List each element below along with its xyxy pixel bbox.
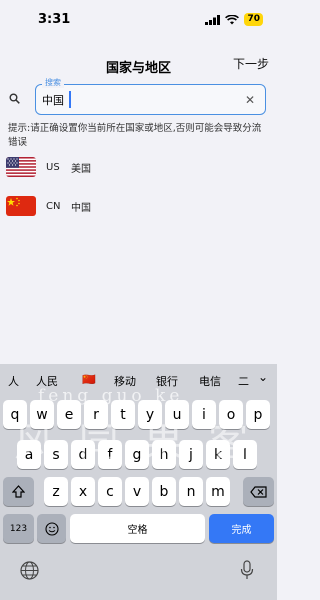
candidate-item[interactable]: 移动 [114, 373, 136, 389]
key-g[interactable]: g [125, 440, 149, 469]
key-u[interactable]: u [165, 400, 189, 429]
shift-key[interactable] [3, 477, 34, 506]
candidate-item[interactable]: 人 [8, 373, 19, 389]
backspace-icon [250, 485, 267, 498]
key-f[interactable]: f [98, 440, 122, 469]
numbers-key[interactable]: 123 [3, 514, 34, 543]
key-c[interactable]: c [98, 477, 122, 506]
shift-icon [12, 485, 25, 498]
wifi-icon [225, 14, 240, 24]
country-row-us[interactable]: US 美国 [0, 154, 277, 180]
key-r[interactable]: r [84, 400, 108, 429]
signal-icon [205, 14, 221, 25]
status-time: 3:31 [38, 12, 71, 27]
key-p[interactable]: p [246, 400, 270, 429]
candidate-item[interactable]: 人民 [36, 373, 58, 389]
emoji-key[interactable] [37, 514, 66, 543]
cn-flag-icon [6, 196, 36, 216]
emoji-icon [44, 521, 59, 536]
key-m[interactable]: m [206, 477, 230, 506]
key-n[interactable]: n [179, 477, 203, 506]
globe-icon[interactable] [20, 561, 39, 580]
country-code: US [46, 161, 60, 173]
done-key[interactable]: 完成 [209, 514, 274, 543]
country-name: 中国 [71, 202, 91, 214]
country-name: 美国 [71, 163, 91, 175]
space-key[interactable]: 空格 [70, 514, 205, 543]
key-z[interactable]: z [44, 477, 68, 506]
chevron-down-icon[interactable]: ⌄ [258, 370, 268, 384]
clear-icon[interactable]: ✕ [245, 93, 255, 107]
microphone-icon[interactable] [240, 560, 254, 580]
delete-key[interactable] [243, 477, 274, 506]
candidate-item[interactable]: 二 [238, 373, 249, 389]
status-icons: 70 [205, 13, 263, 26]
candidate-item[interactable]: 电信 [199, 373, 221, 389]
key-s[interactable]: s [44, 440, 68, 469]
key-v[interactable]: v [125, 477, 149, 506]
key-x[interactable]: x [71, 477, 95, 506]
key-t[interactable]: t [111, 400, 135, 429]
search-icon [9, 93, 20, 104]
key-w[interactable]: w [30, 400, 54, 429]
key-l[interactable]: l [233, 440, 257, 469]
key-k[interactable]: k [206, 440, 230, 469]
battery-indicator: 70 [244, 13, 263, 26]
search-input[interactable] [42, 90, 237, 109]
candidate-bar: 人 人民 🇨🇳 移动 银行 电信 二 ⌄ [0, 364, 277, 396]
search-label: 搜索 [42, 78, 64, 88]
key-o[interactable]: o [219, 400, 243, 429]
key-d[interactable]: d [71, 440, 95, 469]
key-a[interactable]: a [17, 440, 41, 469]
status-bar: 3:31 70 [0, 0, 277, 40]
text-caret [69, 91, 71, 108]
us-flag-icon [6, 157, 36, 177]
key-y[interactable]: y [138, 400, 162, 429]
keyboard: 人 人民 🇨🇳 移动 银行 电信 二 ⌄ q w e r t y u i o p… [0, 364, 277, 600]
country-row-cn[interactable]: CN 中国 [0, 193, 277, 219]
key-i[interactable]: i [192, 400, 216, 429]
search-row: 搜索 ✕ [0, 78, 277, 118]
search-field[interactable]: 搜索 ✕ [35, 78, 266, 115]
candidate-item[interactable]: 🇨🇳 [82, 373, 96, 386]
key-j[interactable]: j [179, 440, 203, 469]
key-h[interactable]: h [152, 440, 176, 469]
key-b[interactable]: b [152, 477, 176, 506]
country-code: CN [46, 200, 61, 212]
key-q[interactable]: q [3, 400, 27, 429]
next-button[interactable]: 下一步 [233, 55, 269, 72]
candidate-item[interactable]: 银行 [156, 373, 178, 389]
region-hint: 提示:请正确设置你当前所在国家或地区,否则可能会导致分流错误 [8, 123, 262, 148]
key-e[interactable]: e [57, 400, 81, 429]
